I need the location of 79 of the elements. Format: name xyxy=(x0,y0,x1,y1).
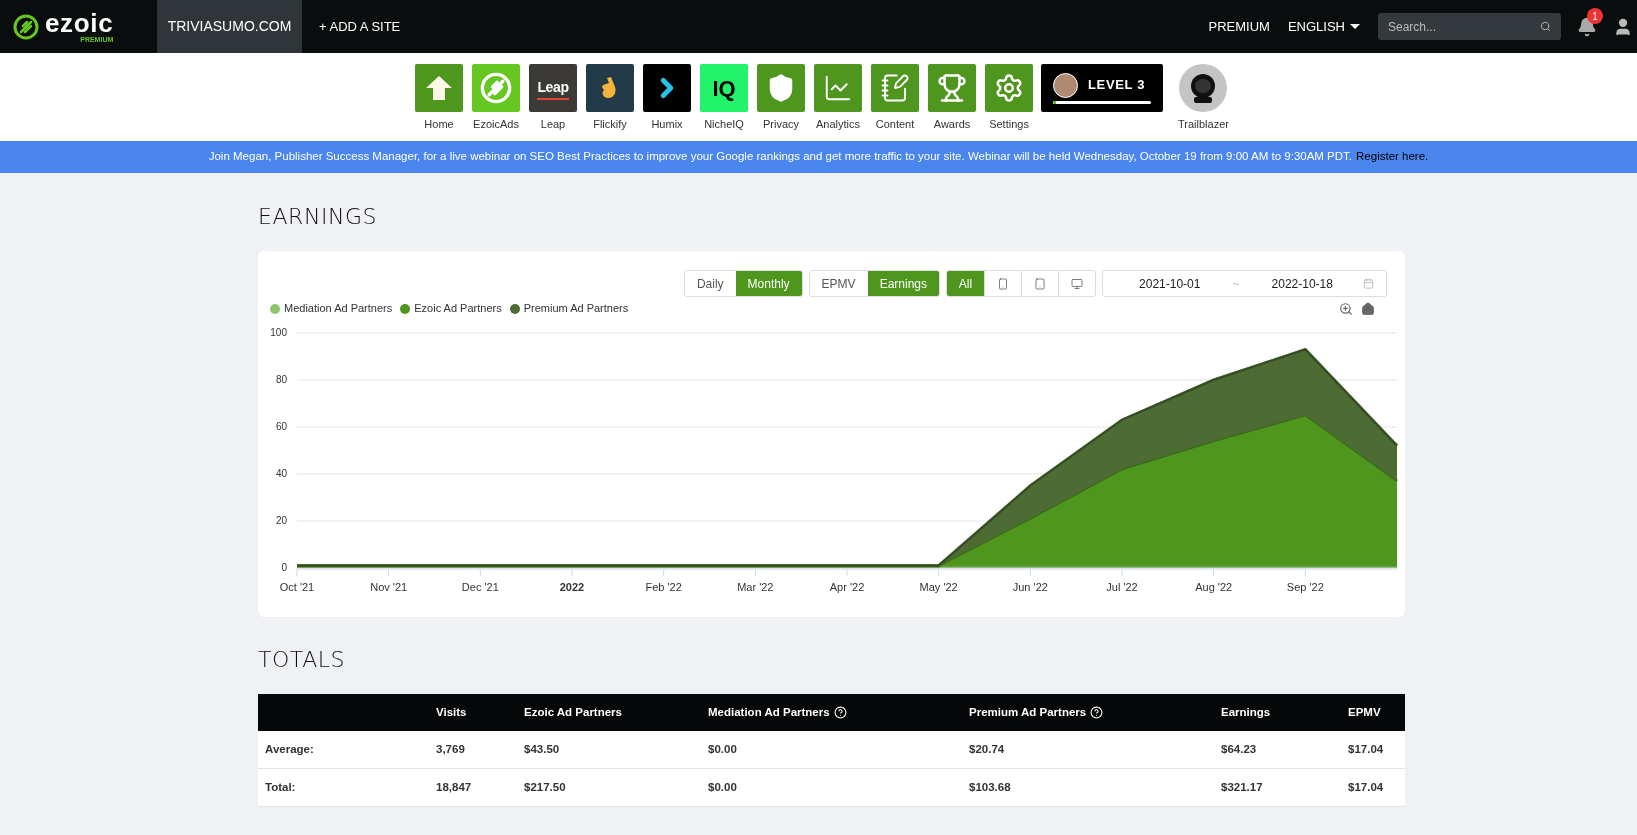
view-toggle[interactable]: Earnings xyxy=(867,271,939,296)
y-axis-label: 60 xyxy=(275,421,287,432)
column-header: Earnings xyxy=(1221,704,1271,720)
y-axis-label: 40 xyxy=(275,468,287,479)
premium-link[interactable]: PREMIUM xyxy=(1199,0,1279,53)
x-axis-label: Jul '22 xyxy=(1106,581,1138,593)
house-icon xyxy=(424,73,454,103)
legend-label[interactable]: Premium Ad Partners xyxy=(523,300,629,317)
calendar-icon xyxy=(1363,278,1374,289)
search-field[interactable]: Search... xyxy=(1378,13,1561,40)
user-icon[interactable] xyxy=(1613,16,1633,37)
monitor-icon xyxy=(1071,277,1083,290)
table-cell-text: $20.74 xyxy=(969,741,1006,757)
column-header: Premium Ad Partners xyxy=(969,704,1087,720)
y-axis-label: 80 xyxy=(275,374,287,385)
notebook-pen-icon xyxy=(880,73,910,103)
astronaut-helmet-icon xyxy=(1179,64,1228,112)
x-axis-label: Oct '21 xyxy=(279,581,315,593)
x-axis-label: Jun '22 xyxy=(1012,581,1048,593)
language-dropdown[interactable]: ENGLISH xyxy=(1278,0,1369,53)
legend-label[interactable]: Mediation Ad Partners xyxy=(284,300,393,317)
leap-logo: Leap xyxy=(537,76,569,100)
table-cell-text: 18,847 xyxy=(436,779,473,795)
date-range-field[interactable]: 2021-10-01 ~ 2022-10-18 xyxy=(1102,270,1387,297)
column-header: Visits xyxy=(436,704,467,720)
caret-icon xyxy=(1350,24,1360,29)
x-axis-label: Feb '22 xyxy=(645,581,682,593)
help-icon[interactable] xyxy=(833,706,847,719)
legend-label[interactable]: Ezoic Ad Partners xyxy=(414,300,502,317)
level-label: LEVEL 3 xyxy=(1088,76,1146,95)
x-axis-label: Sep '22 xyxy=(1286,581,1324,593)
x-axis-label: May '22 xyxy=(919,581,958,593)
section-title: EARNINGS xyxy=(258,203,379,231)
section-title: TOTALS xyxy=(258,646,347,674)
table-cell-text: 3,769 xyxy=(436,741,466,757)
banner-text: Join Megan, Publisher Success Manager, for a live webinar on SEO Best Practices to improve your Google rankings and get more traffic to your site. Webinar will be held Wednesday, October 19 from 9:00 AM to 9:30AM PDT. xyxy=(208,149,1353,165)
y-axis-label: 20 xyxy=(275,515,287,526)
x-axis-label: Apr '22 xyxy=(829,581,865,593)
register-link[interactable]: Register here. xyxy=(1356,148,1429,166)
x-axis-label: Mar '22 xyxy=(737,581,774,593)
table-cell-text: $321.17 xyxy=(1221,779,1264,795)
phone-icon xyxy=(997,277,1009,290)
column-header: Ezoic Ad Partners xyxy=(524,704,622,720)
home-icon[interactable] xyxy=(1361,301,1375,316)
column-header: EPMV xyxy=(1348,704,1381,720)
x-axis-label: Dec '21 xyxy=(461,581,499,593)
table-cell-text: $217.50 xyxy=(524,779,567,795)
notification-count: 1 xyxy=(1587,8,1603,24)
device-filter-button[interactable] xyxy=(1058,271,1095,296)
phone-icon xyxy=(1034,277,1046,290)
device-filter-button[interactable]: All xyxy=(947,271,984,296)
help-icon[interactable] xyxy=(1090,706,1104,719)
y-axis-label: 0 xyxy=(281,562,287,573)
x-axis-label: 2022 xyxy=(559,581,585,593)
x-axis-label: Aug '22 xyxy=(1195,581,1233,593)
row-label: Average: xyxy=(264,741,315,757)
table-cell-text: $0.00 xyxy=(708,779,738,795)
table-cell-text: $43.50 xyxy=(524,741,561,757)
site-tab[interactable]: TRIVIASUMO.COM xyxy=(157,0,302,53)
table-cell-text: $64.23 xyxy=(1221,741,1258,757)
level-badge[interactable]: LEVEL 3 xyxy=(1041,64,1163,112)
x-axis-label: Nov '21 xyxy=(370,581,408,593)
line-chart-icon xyxy=(823,73,853,103)
trophy-icon xyxy=(937,73,967,103)
search-icon xyxy=(1540,21,1551,32)
gear-icon xyxy=(994,73,1024,103)
nicheiq-logo: IQ xyxy=(712,74,736,103)
table-cell-text: $0.00 xyxy=(708,741,738,757)
add-site-link[interactable]: + ADD A SITE xyxy=(302,0,418,53)
table-cell-text: $17.04 xyxy=(1348,741,1385,757)
table-cell-text: $17.04 xyxy=(1348,779,1385,795)
view-toggle[interactable]: Monthly xyxy=(735,271,802,296)
column-header: Mediation Ad Partners xyxy=(708,704,830,720)
zoom-icon[interactable] xyxy=(1339,301,1353,316)
trailblazer-button[interactable]: Trailblazer xyxy=(1178,64,1229,133)
brand-name: ezoic xyxy=(45,10,114,36)
row-label: Total: xyxy=(264,779,297,795)
table-cell-text: $103.68 xyxy=(969,779,1012,795)
y-axis-label: 100 xyxy=(270,327,287,338)
